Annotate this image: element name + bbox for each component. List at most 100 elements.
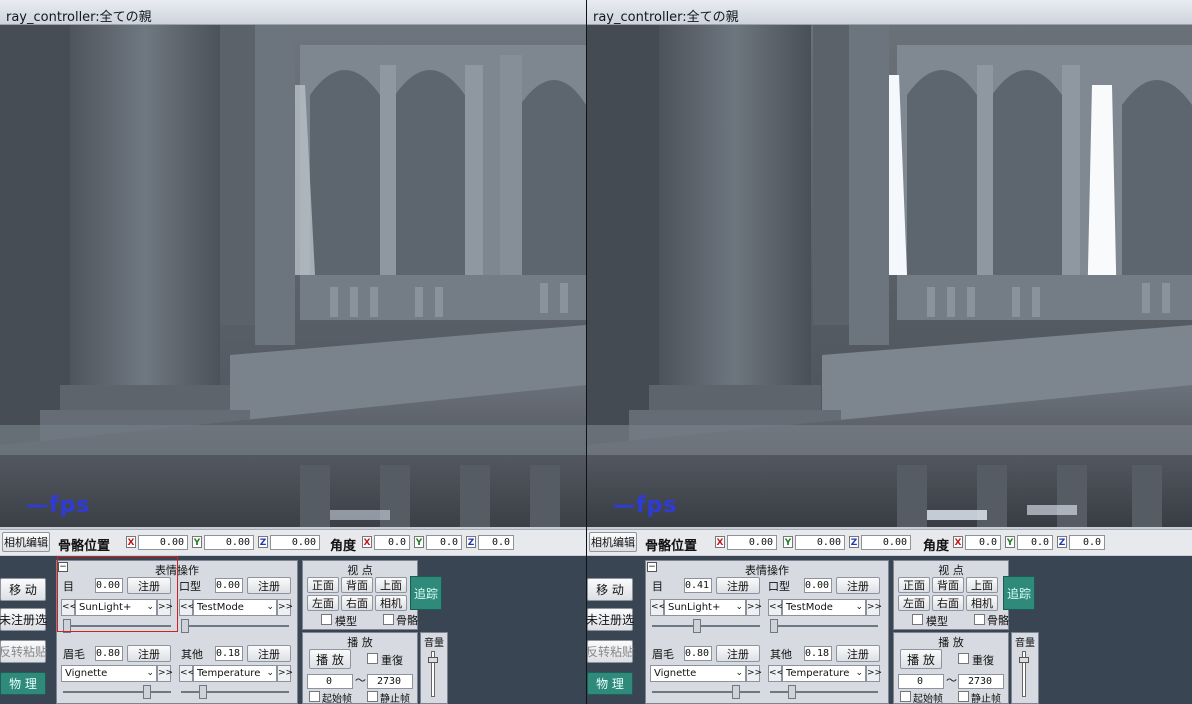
mouth-value-field[interactable]: 0.00 xyxy=(215,578,243,593)
mouth-slider[interactable] xyxy=(770,619,878,633)
brow-register-button[interactable]: 注册 xyxy=(716,645,760,662)
eye-select[interactable]: SunLight+ ⌄ xyxy=(664,599,746,616)
mouth-select[interactable]: TestMode ⌄ xyxy=(193,599,277,616)
view-top-button[interactable]: 上面 xyxy=(966,577,998,593)
brow-slider-thumb[interactable] xyxy=(732,685,740,699)
start-frame-checkbox[interactable] xyxy=(309,691,320,702)
view-left-button[interactable]: 左面 xyxy=(898,595,930,611)
repeat-checkbox[interactable] xyxy=(367,653,378,664)
ang-y-field[interactable]: 0.0 xyxy=(1017,535,1053,550)
other-slider-thumb[interactable] xyxy=(199,685,207,699)
view-camera-button[interactable]: 相机 xyxy=(966,595,998,611)
mouth-next-button[interactable]: >> xyxy=(866,599,882,616)
brow-next-button[interactable]: >> xyxy=(157,665,173,682)
eye-slider-thumb[interactable] xyxy=(693,619,701,633)
brow-slider[interactable] xyxy=(652,685,760,699)
mouth-value-field[interactable]: 0.00 xyxy=(804,578,832,593)
brow-slider-thumb[interactable] xyxy=(143,685,151,699)
other-slider[interactable] xyxy=(181,685,289,699)
move-button[interactable]: 移 动 xyxy=(0,578,46,601)
brow-next-button[interactable]: >> xyxy=(746,665,762,682)
view-right-button[interactable]: 右面 xyxy=(341,595,373,611)
pos-x-field[interactable]: 0.00 xyxy=(727,535,777,550)
pos-y-field[interactable]: 0.00 xyxy=(795,535,845,550)
view-right-button[interactable]: 右面 xyxy=(932,595,964,611)
end-frame-field[interactable]: 2730 xyxy=(367,674,413,689)
track-button[interactable]: 追踪 xyxy=(410,576,442,610)
view-front-button[interactable]: 正面 xyxy=(307,577,339,593)
stop-frame-checkbox[interactable] xyxy=(367,691,378,702)
camera-edit-button[interactable]: 相机编辑 xyxy=(589,532,637,552)
play-button[interactable]: 播 放 xyxy=(900,649,942,669)
view-front-button[interactable]: 正面 xyxy=(898,577,930,593)
pos-x-field[interactable]: 0.00 xyxy=(138,535,188,550)
end-frame-field[interactable]: 2730 xyxy=(958,674,1004,689)
other-value-field[interactable]: 0.18 xyxy=(804,646,832,661)
ang-z-field[interactable]: 0.0 xyxy=(1069,535,1105,550)
eye-value-field[interactable]: 0.41 xyxy=(684,578,712,593)
other-prev-button[interactable]: << xyxy=(179,665,195,682)
ang-x-field[interactable]: 0.0 xyxy=(965,535,1001,550)
brow-select[interactable]: Vignette ⌄ xyxy=(650,665,746,682)
other-register-button[interactable]: 注册 xyxy=(247,645,291,662)
eye-slider[interactable] xyxy=(652,619,760,633)
render-viewport[interactable]: —fps xyxy=(587,25,1192,527)
eye-next-button[interactable]: >> xyxy=(746,599,762,616)
mouth-prev-button[interactable]: << xyxy=(768,599,784,616)
view-left-button[interactable]: 左面 xyxy=(307,595,339,611)
start-frame-field[interactable]: 0 xyxy=(898,674,944,689)
ang-y-field[interactable]: 0.0 xyxy=(426,535,462,550)
start-frame-checkbox[interactable] xyxy=(900,691,911,702)
view-back-button[interactable]: 背面 xyxy=(341,577,373,593)
other-select[interactable]: Temperature ⌄ xyxy=(193,665,277,682)
mouth-select[interactable]: TestMode ⌄ xyxy=(782,599,866,616)
reverse-paste-button[interactable]: 反转粘贴 xyxy=(0,640,47,663)
mouth-register-button[interactable]: 注册 xyxy=(247,577,291,594)
view-back-button[interactable]: 背面 xyxy=(932,577,964,593)
render-viewport[interactable]: —fps xyxy=(0,25,586,527)
ang-x-field[interactable]: 0.0 xyxy=(374,535,410,550)
other-register-button[interactable]: 注册 xyxy=(836,645,880,662)
camera-edit-button[interactable]: 相机编辑 xyxy=(2,532,50,552)
other-slider[interactable] xyxy=(770,685,878,699)
model-checkbox[interactable] xyxy=(912,614,923,625)
unregistered-select-button[interactable]: 未注册选 xyxy=(0,608,47,631)
brow-slider[interactable] xyxy=(63,685,171,699)
physics-button[interactable]: 物 理 xyxy=(0,672,46,695)
brow-register-button[interactable]: 注册 xyxy=(127,645,171,662)
other-next-button[interactable]: >> xyxy=(866,665,882,682)
pos-y-field[interactable]: 0.00 xyxy=(204,535,254,550)
other-prev-button[interactable]: << xyxy=(768,665,784,682)
mouth-next-button[interactable]: >> xyxy=(277,599,293,616)
bone-checkbox[interactable] xyxy=(974,614,985,625)
brow-value-field[interactable]: 0.80 xyxy=(684,646,712,661)
other-value-field[interactable]: 0.18 xyxy=(215,646,243,661)
reverse-paste-button[interactable]: 反转粘贴 xyxy=(587,640,634,663)
eye-prev-button[interactable]: << xyxy=(650,599,666,616)
brow-value-field[interactable]: 0.80 xyxy=(95,646,123,661)
brow-select[interactable]: Vignette ⌄ xyxy=(61,665,157,682)
volume-thumb[interactable] xyxy=(1019,657,1029,663)
mouth-prev-button[interactable]: << xyxy=(179,599,195,616)
pos-z-field[interactable]: 0.00 xyxy=(861,535,911,550)
play-button[interactable]: 播 放 xyxy=(309,649,351,669)
view-top-button[interactable]: 上面 xyxy=(375,577,407,593)
start-frame-field[interactable]: 0 xyxy=(307,674,353,689)
pos-z-field[interactable]: 0.00 xyxy=(270,535,320,550)
mouth-slider-thumb[interactable] xyxy=(181,619,189,633)
mouth-slider-thumb[interactable] xyxy=(770,619,778,633)
repeat-checkbox[interactable] xyxy=(958,653,969,664)
model-checkbox[interactable] xyxy=(321,614,332,625)
physics-button[interactable]: 物 理 xyxy=(587,672,633,695)
track-button[interactable]: 追踪 xyxy=(1003,576,1035,610)
bone-checkbox[interactable] xyxy=(383,614,394,625)
ang-z-field[interactable]: 0.0 xyxy=(478,535,514,550)
other-next-button[interactable]: >> xyxy=(277,665,293,682)
eye-register-button[interactable]: 注册 xyxy=(716,577,760,594)
view-camera-button[interactable]: 相机 xyxy=(375,595,407,611)
other-slider-thumb[interactable] xyxy=(788,685,796,699)
stop-frame-checkbox[interactable] xyxy=(958,691,969,702)
volume-thumb[interactable] xyxy=(428,657,438,663)
move-button[interactable]: 移 动 xyxy=(587,578,633,601)
mouth-slider[interactable] xyxy=(181,619,289,633)
